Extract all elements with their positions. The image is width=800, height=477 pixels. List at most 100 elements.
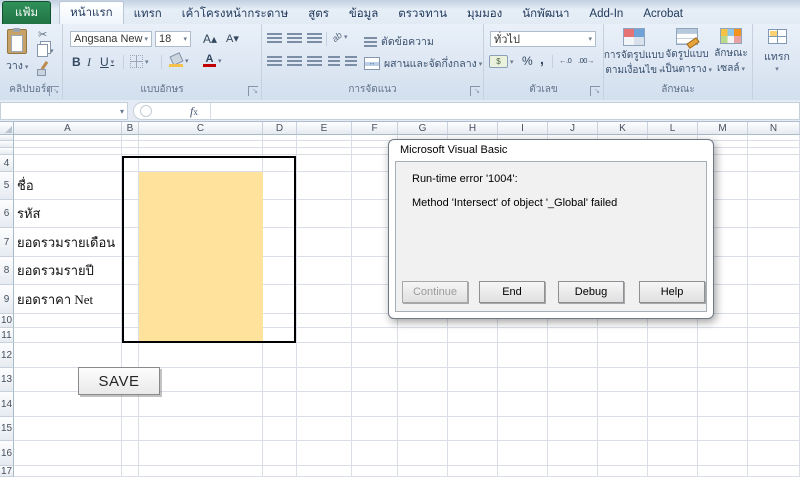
grid-cell-A7[interactable]: ยอดรวมรายเดือน (14, 228, 122, 257)
underline-button[interactable]: U (100, 55, 114, 69)
grid-cell-A[interactable] (14, 148, 122, 155)
grid-cell-N17[interactable] (748, 466, 800, 477)
grid-cell-E4[interactable] (297, 155, 352, 172)
font-name-combobox[interactable]: Angsana New▾ (70, 31, 152, 47)
grid-cell-E6[interactable] (297, 200, 352, 228)
grid-cell-J13[interactable] (548, 368, 598, 392)
grid-cell-N15[interactable] (748, 417, 800, 441)
grid-cell-K13[interactable] (598, 368, 648, 392)
font-size-combobox[interactable]: 18▾ (155, 31, 191, 47)
grid-cell-E12[interactable] (297, 343, 352, 368)
grid-cell-C16[interactable] (139, 441, 263, 466)
grid-cell-I17[interactable] (498, 466, 548, 477)
grid-cell-I15[interactable] (498, 417, 548, 441)
grid-cell-E11[interactable] (297, 328, 352, 343)
grid-cell-D15[interactable] (263, 417, 297, 441)
ribbon-tab-6[interactable]: มุมมอง (457, 3, 512, 24)
grid-cell-N5[interactable] (748, 172, 800, 200)
align-center-button[interactable] (287, 56, 302, 66)
grid-cell-L13[interactable] (648, 368, 698, 392)
grid-cell-N8[interactable] (748, 257, 800, 285)
italic-button[interactable]: I (87, 55, 91, 70)
grid-cell-L17[interactable] (648, 466, 698, 477)
align-right-button[interactable] (307, 56, 322, 66)
alignment-dialog-launcher-icon[interactable]: ↘ (470, 86, 480, 96)
grid-cell-G15[interactable] (398, 417, 448, 441)
grid-cell-I12[interactable] (498, 343, 548, 368)
grid-cell-M12[interactable] (698, 343, 748, 368)
grid-cell-D17[interactable] (263, 466, 297, 477)
grid-cell-H14[interactable] (448, 392, 498, 417)
grid-cell-N10[interactable] (748, 314, 800, 328)
grid-cell-A8[interactable]: ยอดรวมรายปี (14, 257, 122, 285)
grid-cell-E[interactable] (297, 148, 352, 155)
grid-cell-K12[interactable] (598, 343, 648, 368)
grid-cell-G13[interactable] (398, 368, 448, 392)
align-bottom-button[interactable] (307, 33, 322, 43)
formula-input[interactable] (211, 103, 799, 119)
decrease-indent-button[interactable] (328, 56, 340, 66)
grid-cell-H12[interactable] (448, 343, 498, 368)
row-header-14[interactable]: 14 (0, 392, 14, 417)
grid-cell-A6[interactable]: รหัส (14, 200, 122, 228)
grid-cell-M17[interactable] (698, 466, 748, 477)
grid-cell-M15[interactable] (698, 417, 748, 441)
grid-cell-M13[interactable] (698, 368, 748, 392)
grid-cell-C[interactable] (139, 141, 263, 148)
grid-cell-F15[interactable] (352, 417, 398, 441)
grid-cell-A4[interactable] (14, 155, 122, 172)
grid-cell-C[interactable] (139, 148, 263, 155)
grid-cell-D16[interactable] (263, 441, 297, 466)
orientation-button[interactable]: ab (332, 32, 348, 42)
grid-cell-H15[interactable] (448, 417, 498, 441)
grid-cell-L11[interactable] (648, 328, 698, 343)
grid-cell-K16[interactable] (598, 441, 648, 466)
column-header-N[interactable]: N (748, 122, 800, 135)
column-header-J[interactable]: J (548, 122, 598, 135)
grid-cell-A[interactable] (14, 141, 122, 148)
grid-cell-B16[interactable] (122, 441, 139, 466)
grid-cell-G16[interactable] (398, 441, 448, 466)
grid-cell-E14[interactable] (297, 392, 352, 417)
insert-cells-button[interactable]: แทรก ▾ (757, 29, 797, 73)
grid-cell-K17[interactable] (598, 466, 648, 477)
grid-cell-I16[interactable] (498, 441, 548, 466)
font-color-button[interactable]: A (203, 54, 222, 67)
increase-indent-button[interactable] (345, 56, 357, 66)
number-format-combobox[interactable]: ทั่วไป▾ (490, 31, 596, 47)
grid-cell-E15[interactable] (297, 417, 352, 441)
copy-button[interactable] (37, 44, 54, 57)
format-as-table-button[interactable]: จัดรูปแบบ เป็นตาราง (664, 28, 710, 77)
increase-decimal-button[interactable]: ←.0 (559, 56, 571, 65)
currency-format-button[interactable]: $ (489, 55, 514, 68)
grid-cell-M16[interactable] (698, 441, 748, 466)
name-box[interactable]: ▾ (0, 102, 128, 120)
row-header-6[interactable]: 6 (0, 200, 14, 228)
grid-cell-I11[interactable] (498, 328, 548, 343)
ribbon-tab-2[interactable]: เค้าโครงหน้ากระดาษ (172, 3, 298, 24)
grid-cell-K14[interactable] (598, 392, 648, 417)
grid-cell-L16[interactable] (648, 441, 698, 466)
row-header-13[interactable]: 13 (0, 368, 14, 392)
grid-cell-B14[interactable] (122, 392, 139, 417)
column-header-B[interactable]: B (122, 122, 139, 135)
percent-format-button[interactable]: % (522, 54, 533, 68)
ribbon-tab-3[interactable]: สูตร (298, 3, 339, 24)
grid-cell-E13[interactable] (297, 368, 352, 392)
grid-cell-C12[interactable] (139, 343, 263, 368)
ribbon-tab-4[interactable]: ข้อมูล (339, 3, 388, 24)
bold-button[interactable]: B (72, 55, 81, 69)
row-header-2[interactable] (0, 148, 14, 155)
grid-cell-E7[interactable] (297, 228, 352, 257)
select-all-corner[interactable] (0, 122, 14, 135)
grid-cell-L12[interactable] (648, 343, 698, 368)
grid-cell-H17[interactable] (448, 466, 498, 477)
grid-cell-G12[interactable] (398, 343, 448, 368)
grid-cell-C15[interactable] (139, 417, 263, 441)
grid-cell-K11[interactable] (598, 328, 648, 343)
grid-cell-A11[interactable] (14, 328, 122, 343)
save-button[interactable]: SAVE (78, 367, 160, 395)
ribbon-tab-1[interactable]: แทรก (124, 3, 172, 24)
ribbon-tab-7[interactable]: นักพัฒนา (512, 3, 579, 24)
align-top-button[interactable] (267, 33, 282, 43)
